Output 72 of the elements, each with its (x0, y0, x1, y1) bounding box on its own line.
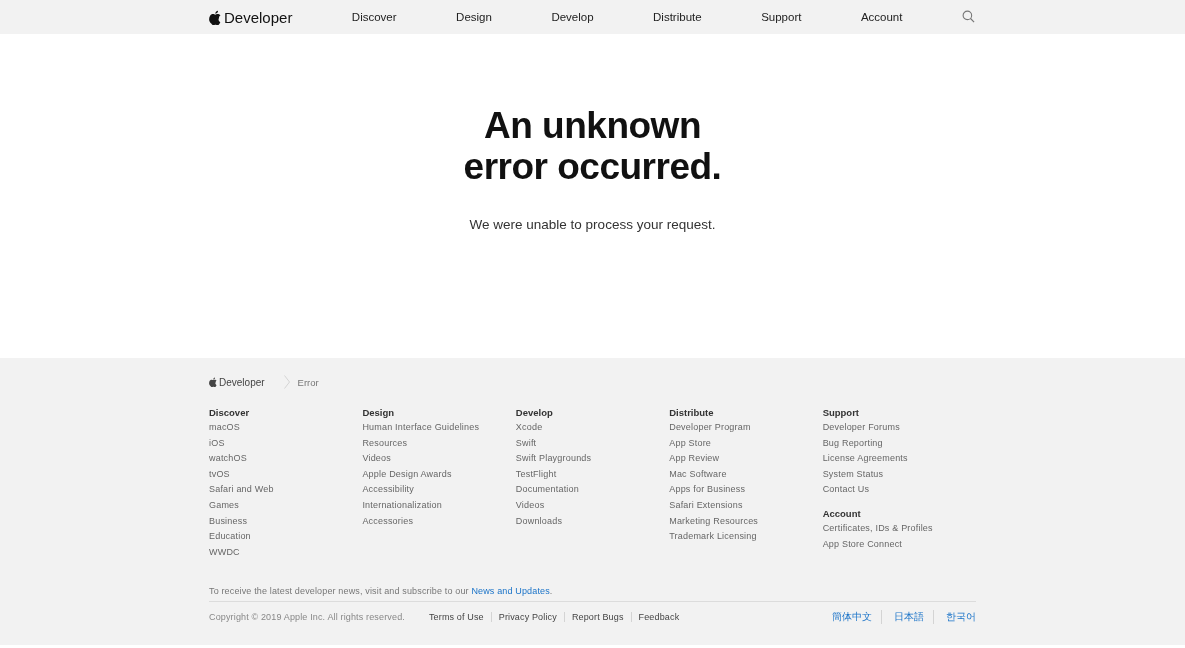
newsletter-text: To receive the latest developer news, visit and subscribe to our News and Updates. (209, 586, 976, 603)
search-icon (961, 10, 975, 23)
footer-link[interactable]: Trademark Licensing (669, 529, 757, 545)
footer-link[interactable]: Human Interface Guidelines (362, 420, 480, 436)
footer-link[interactable]: Apps for Business (669, 482, 746, 498)
footer-link[interactable]: App Review (669, 451, 720, 467)
language-link[interactable]: 日本語 (881, 610, 933, 625)
footer-link[interactable]: Developer Program (669, 420, 751, 436)
nav-link[interactable]: Design (456, 11, 492, 23)
footer-link[interactable]: watchOS (209, 451, 247, 467)
apple-logo-icon (209, 9, 221, 25)
footer-link[interactable]: Downloads (515, 513, 563, 530)
footer-link[interactable]: Developer Forums (822, 420, 900, 436)
nav-link[interactable]: Support (761, 11, 802, 23)
footer-link[interactable]: Contact Us (822, 482, 870, 498)
error-message: We were unable to process your request. (469, 217, 716, 232)
footer-link[interactable]: macOS (209, 420, 240, 436)
footer-link[interactable]: Apple Design Awards (362, 466, 452, 483)
footer-link[interactable]: Safari Extensions (669, 497, 743, 514)
legal-link[interactable]: Feedback (630, 612, 687, 623)
footer-link[interactable]: Marketing Resources (669, 513, 759, 530)
legal-link[interactable]: Report Bugs (563, 612, 631, 623)
brand-name: Developer (219, 376, 265, 388)
footer-link[interactable]: Bug Reporting (822, 435, 883, 452)
apple-logo-icon (209, 377, 217, 387)
footer-link[interactable]: Certificates, IDs & Profiles (822, 520, 933, 537)
brand-name: Developer (224, 8, 293, 26)
breadcrumb-current: Error (297, 376, 319, 388)
chevron-icon (283, 375, 290, 389)
developer-logo[interactable]: Developer (209, 376, 265, 388)
footer-link[interactable]: Internationalization (362, 497, 442, 514)
nav-link[interactable]: Distribute (653, 11, 702, 23)
nav-link[interactable]: Account (860, 11, 903, 23)
nav-link[interactable]: Develop (551, 11, 594, 23)
footer-link[interactable]: App Store (669, 435, 712, 452)
error-title: An unknown error occurred. (462, 105, 723, 187)
footer-heading: Account (822, 506, 861, 521)
footer-heading: Design (362, 406, 395, 420)
footer-link[interactable]: Accessories (362, 513, 414, 530)
copyright-text: Copyright © 2019 Apple Inc. All rights reserved. (209, 612, 405, 623)
footer-link[interactable]: TestFlight (515, 466, 557, 483)
footer-link[interactable]: Mac Software (669, 466, 727, 483)
footer-link[interactable]: tvOS (209, 466, 230, 483)
search-button[interactable] (961, 10, 976, 24)
footer-link[interactable]: App Store Connect (822, 536, 903, 553)
footer-link[interactable]: Accessibility (362, 482, 415, 498)
footer-link[interactable]: System Status (822, 466, 884, 483)
footer-heading: Develop (515, 406, 553, 420)
footer-link[interactable]: License Agreements (822, 451, 908, 467)
developer-logo[interactable]: Developer (209, 8, 293, 26)
footer-link[interactable]: Business (209, 513, 248, 530)
footer-link[interactable]: Resources (362, 435, 408, 452)
footer-link[interactable]: Swift (515, 435, 537, 452)
legal-link[interactable]: Terms of Use (428, 612, 491, 623)
footer-link[interactable]: Documentation (515, 482, 579, 498)
legal-link[interactable]: Privacy Policy (490, 612, 564, 623)
language-link[interactable]: 한국어 (933, 610, 976, 625)
footer-link[interactable]: Education (209, 529, 251, 545)
footer-link[interactable]: iOS (209, 435, 225, 452)
footer-link[interactable]: Videos (515, 497, 545, 514)
footer-link[interactable]: Games (209, 497, 239, 514)
footer-heading: Support (822, 406, 860, 420)
footer-heading: Discover (209, 406, 250, 420)
footer-link[interactable]: Videos (362, 451, 391, 467)
footer-heading: Distribute (669, 406, 714, 420)
language-link[interactable]: 簡体中文 (832, 610, 881, 625)
footer-link[interactable]: WWDC (209, 544, 240, 561)
footer-link[interactable]: Xcode (515, 420, 543, 436)
news-link[interactable]: News and Updates (471, 586, 550, 597)
footer-link[interactable]: Safari and Web (209, 482, 274, 498)
nav-link[interactable]: Discover (351, 11, 397, 23)
footer-link[interactable]: Swift Playgrounds (515, 451, 592, 467)
